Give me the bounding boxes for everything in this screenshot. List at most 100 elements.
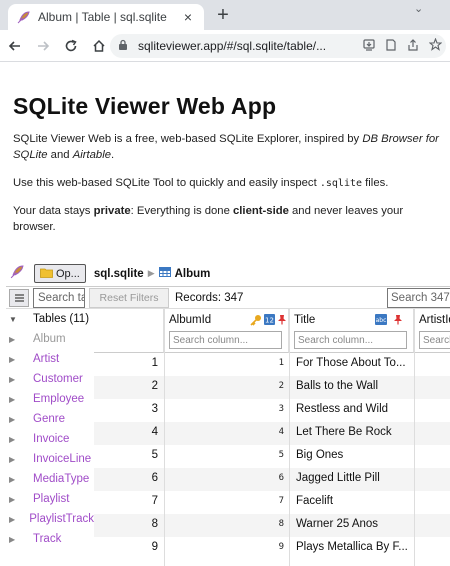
tree-item-employee[interactable]: ▶ Employee bbox=[6, 389, 94, 409]
breadcrumb-db[interactable]: sql.sqlite bbox=[94, 268, 144, 280]
column-divider bbox=[164, 309, 165, 566]
pin-icon[interactable] bbox=[393, 314, 403, 328]
column-name: AlbumId bbox=[169, 314, 212, 326]
tree-item-artist[interactable]: ▶ Artist bbox=[6, 349, 94, 369]
table-row[interactable]: 2 2 Balls to the Wall bbox=[94, 376, 450, 399]
url-text[interactable]: sqliteviewer.app/#/sql.sqlite/table/... bbox=[138, 39, 358, 53]
column-search-input[interactable]: Search bbox=[419, 331, 450, 349]
albumid-cell[interactable]: 2 bbox=[164, 381, 284, 391]
star-icon[interactable] bbox=[424, 37, 446, 54]
table-row[interactable]: 6 6 Jagged Little Pill bbox=[94, 468, 450, 491]
title-cell[interactable]: Facelift bbox=[296, 495, 411, 507]
privacy-paragraph: Your data stays private: Everything is d… bbox=[13, 203, 443, 235]
title-cell[interactable]: Restless and Wild bbox=[296, 403, 411, 415]
forward-arrow-icon[interactable] bbox=[30, 33, 56, 59]
lock-icon[interactable] bbox=[118, 39, 132, 54]
reload-icon[interactable] bbox=[58, 33, 84, 59]
title-cell[interactable]: Big Ones bbox=[296, 449, 411, 461]
browser-toolbar: sqliteviewer.app/#/sql.sqlite/table/... bbox=[0, 30, 450, 62]
text-type-icon: abc bbox=[375, 314, 387, 328]
tree-item-genre[interactable]: ▶ Genre bbox=[6, 409, 94, 429]
albumid-cell[interactable]: 5 bbox=[164, 450, 284, 460]
row-number-cell[interactable]: 7 bbox=[94, 495, 158, 507]
row-number-cell[interactable]: 3 bbox=[94, 403, 158, 415]
privacy-text: Your data stays bbox=[13, 205, 94, 217]
tab-search-chevron-icon[interactable]: ⌄ bbox=[414, 2, 423, 15]
row-number-cell[interactable]: 4 bbox=[94, 426, 158, 438]
tree-label: Album bbox=[33, 333, 66, 345]
title-cell[interactable]: Warner 25 Anos bbox=[296, 518, 411, 530]
tree-item-mediatype[interactable]: ▶ MediaType bbox=[6, 469, 94, 489]
tree-item-track[interactable]: ▶ Track bbox=[6, 529, 94, 549]
column-name: Title bbox=[294, 314, 316, 326]
tab-close-icon[interactable]: × bbox=[180, 9, 196, 25]
albumid-cell[interactable]: 6 bbox=[164, 473, 284, 483]
albumid-cell[interactable]: 7 bbox=[164, 496, 284, 506]
records-count: Records: 347 bbox=[175, 291, 244, 304]
table-row[interactable]: 8 8 Warner 25 Anos bbox=[94, 514, 450, 537]
bookmark-page-icon[interactable] bbox=[380, 38, 402, 54]
page-content: SQLite Viewer Web App SQLite Viewer Web … bbox=[0, 63, 450, 566]
column-divider bbox=[289, 309, 290, 566]
table-row[interactable]: 7 7 Facelift bbox=[94, 491, 450, 514]
tree-expand-arrow-icon: ▶ bbox=[9, 534, 16, 544]
tree-label: InvoiceLine bbox=[33, 453, 92, 465]
install-icon[interactable] bbox=[358, 38, 380, 54]
svg-text:abc: abc bbox=[376, 317, 387, 324]
browser-tab[interactable]: Album | Table | sql.sqlite × bbox=[8, 4, 204, 30]
tree-label: Invoice bbox=[33, 433, 70, 445]
address-bar[interactable]: sqliteviewer.app/#/sql.sqlite/table/... bbox=[110, 34, 446, 58]
column-search-input[interactable]: Search column... bbox=[294, 331, 407, 349]
tree-item-album[interactable]: ▶ Album bbox=[6, 329, 94, 349]
table-row[interactable]: 5 5 Big Ones bbox=[94, 445, 450, 468]
row-number-cell[interactable]: 9 bbox=[94, 541, 158, 553]
table-row[interactable]: 1 1 For Those About To... bbox=[94, 353, 450, 376]
back-arrow-icon[interactable] bbox=[2, 33, 28, 59]
row-number-cell[interactable]: 2 bbox=[94, 380, 158, 392]
tree-item-customer[interactable]: ▶ Customer bbox=[6, 369, 94, 389]
tree-item-playlisttrack[interactable]: ▶ PlaylistTrack bbox=[6, 509, 94, 529]
table-search-input[interactable]: Search ta bbox=[33, 287, 85, 308]
breadcrumb-table[interactable]: Album bbox=[175, 268, 211, 280]
albumid-cell[interactable]: 9 bbox=[164, 542, 284, 552]
table-row[interactable]: 4 4 Let There Be Rock bbox=[94, 422, 450, 445]
tree-item-invoiceline[interactable]: ▶ InvoiceLine bbox=[6, 449, 94, 469]
column-header-title[interactable]: Title abc Search column... bbox=[289, 309, 414, 353]
toggle-sidebar-icon[interactable] bbox=[9, 288, 29, 307]
tree-expand-arrow-icon: ▶ bbox=[9, 414, 16, 424]
column-header-albumid[interactable]: AlbumId 12 Search column... bbox=[164, 309, 289, 353]
column-header-artistid[interactable]: ArtistId Search bbox=[414, 309, 450, 353]
table-row[interactable]: 3 3 Restless and Wild bbox=[94, 399, 450, 422]
title-cell[interactable]: Balls to the Wall bbox=[296, 380, 411, 392]
title-cell[interactable]: Let There Be Rock bbox=[296, 426, 411, 438]
open-file-button[interactable]: Op... bbox=[34, 264, 86, 283]
home-icon[interactable] bbox=[86, 33, 112, 59]
title-cell[interactable]: Plays Metallica By F... bbox=[296, 541, 411, 553]
albumid-cell[interactable]: 8 bbox=[164, 519, 284, 529]
share-icon[interactable] bbox=[402, 38, 424, 54]
row-number-cell[interactable]: 5 bbox=[94, 449, 158, 461]
row-number-header bbox=[94, 309, 164, 353]
global-search-input[interactable]: Search 347 bbox=[387, 288, 450, 308]
tree-tables-root[interactable]: ▼ Tables (11) bbox=[6, 309, 94, 329]
column-search-input[interactable]: Search column... bbox=[169, 331, 282, 349]
albumid-cell[interactable]: 4 bbox=[164, 427, 284, 437]
table-row[interactable]: 9 9 Plays Metallica By F... bbox=[94, 537, 450, 560]
row-number-cell[interactable]: 8 bbox=[94, 518, 158, 530]
pin-icon[interactable] bbox=[277, 314, 287, 328]
tree-label: PlaylistTrack bbox=[29, 513, 94, 525]
reset-filters-button[interactable]: Reset Filters bbox=[89, 287, 169, 308]
row-number-cell[interactable]: 6 bbox=[94, 472, 158, 484]
app-toolbar: Op... sql.sqlite ▶ Album bbox=[6, 261, 450, 287]
title-cell[interactable]: For Those About To... bbox=[296, 357, 411, 369]
intro-and: and bbox=[47, 149, 73, 161]
tree-label: Employee bbox=[33, 393, 85, 405]
tree-item-invoice[interactable]: ▶ Invoice bbox=[6, 429, 94, 449]
row-number-cell[interactable]: 1 bbox=[94, 357, 158, 369]
new-tab-icon[interactable]: + bbox=[212, 5, 234, 25]
albumid-cell[interactable]: 3 bbox=[164, 404, 284, 414]
albumid-cell[interactable]: 1 bbox=[164, 358, 284, 368]
column-name: ArtistId bbox=[419, 314, 450, 326]
tree-item-playlist[interactable]: ▶ Playlist bbox=[6, 489, 94, 509]
title-cell[interactable]: Jagged Little Pill bbox=[296, 472, 411, 484]
